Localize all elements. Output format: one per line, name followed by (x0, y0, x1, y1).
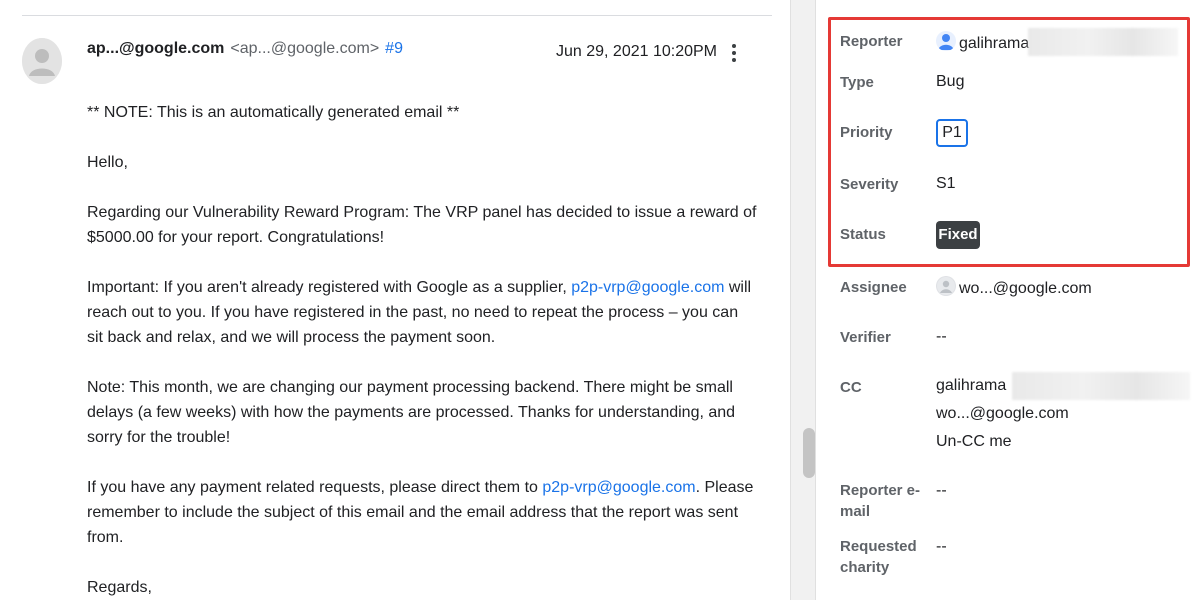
highlight-annotation-box (828, 17, 1190, 267)
supplier-text-a: Important: If you aren't already registe… (87, 279, 572, 296)
p2p-vrp-link[interactable]: p2p-vrp@google.com (571, 279, 724, 296)
email-comment: ap...@google.com <ap...@google.com> #9 Jun… (0, 0, 790, 600)
reporter-email-label-2: mail (840, 503, 871, 520)
verifier-label: Verifier (840, 329, 891, 346)
more-vert-icon[interactable] (724, 40, 744, 66)
reporter-email-label-1: Reporter e- (840, 482, 921, 499)
cc-value-2: wo...@google.com (936, 405, 1069, 422)
sender-avatar-icon (22, 38, 62, 84)
requests-paragraph: If you have any payment related requests… (87, 475, 757, 550)
comment-number-link[interactable]: #9 (385, 40, 403, 57)
person-icon (936, 276, 956, 296)
greeting: Hello, (87, 154, 128, 171)
supplier-paragraph: Important: If you aren't already registe… (87, 275, 757, 350)
requested-charity-label-2: charity (840, 559, 890, 576)
auto-note: ** NOTE: This is an automatically genera… (87, 104, 460, 121)
redacted-area (1012, 372, 1190, 400)
sender-line: ap...@google.com <ap...@google.com> #9 (87, 40, 403, 58)
assignee-label: Assignee (840, 279, 907, 296)
closing: Regards, (87, 579, 152, 596)
email-body: ** NOTE: This is an automatically genera… (87, 100, 757, 600)
divider (22, 15, 772, 16)
sender-name: ap...@google.com (87, 40, 225, 57)
scrollbar-thumb[interactable] (803, 428, 815, 478)
un-cc-link[interactable]: Un-CC me (936, 431, 1012, 453)
scrollbar-track[interactable] (790, 0, 816, 600)
assignee-value[interactable]: wo...@google.com (936, 276, 1092, 300)
p2p-vrp-link-2[interactable]: p2p-vrp@google.com (542, 479, 695, 496)
requests-text-a: If you have any payment related requests… (87, 479, 543, 496)
requested-charity-value[interactable]: -- (936, 536, 947, 558)
backend-note-paragraph: Note: This month, we are changing our pa… (87, 379, 736, 446)
reporter-email-value[interactable]: -- (936, 480, 947, 502)
sender-email: <ap...@google.com> (230, 40, 380, 57)
verifier-value[interactable]: -- (936, 326, 947, 348)
cc-label: CC (840, 379, 862, 396)
assignee-email: wo...@google.com (959, 280, 1092, 297)
cc-value-1: galihrama (936, 377, 1007, 394)
requested-charity-label-1: Requested (840, 538, 917, 555)
comment-date: Jun 29, 2021 10:20PM (556, 43, 718, 60)
reward-paragraph: Regarding our Vulnerability Reward Progr… (87, 204, 757, 246)
